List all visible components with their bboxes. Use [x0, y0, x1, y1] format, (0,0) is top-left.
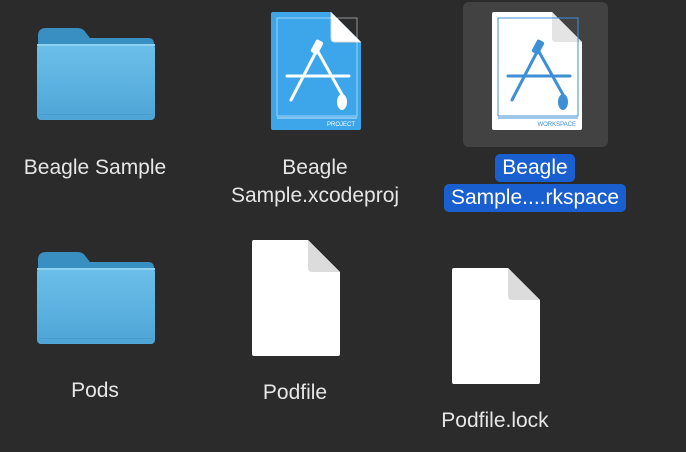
file-name: Podfile — [262, 381, 328, 404]
xcode-workspace-icon: WORKSPACE — [490, 10, 586, 137]
file-item-podfile[interactable]: Podfile — [200, 228, 390, 448]
xcode-project-icon: PROJECT — [269, 10, 365, 137]
file-name: Pods — [71, 379, 119, 402]
file-name: Podfile.lock — [441, 409, 549, 432]
document-icon — [250, 238, 342, 363]
workspace-badge: WORKSPACE — [537, 122, 576, 128]
folder-icon — [36, 250, 156, 351]
file-item-beagle-sample[interactable]: Beagle Sample — [0, 0, 200, 220]
file-browser-icon-grid: Beagle Sample PROJECT Beagle Sample.xcod… — [0, 0, 686, 452]
file-item-xcworkspace[interactable]: WORKSPACE Beagle Sample....rkspace — [420, 0, 660, 220]
file-name: Beagle Sample....rkspace — [420, 154, 650, 212]
folder-icon — [36, 26, 156, 127]
file-name: Beagle Sample.xcodeproj — [230, 156, 400, 207]
file-item-podfile-lock[interactable]: Podfile.lock — [400, 228, 590, 448]
file-item-pods[interactable]: Pods — [0, 228, 200, 448]
project-badge: PROJECT — [327, 122, 355, 128]
file-item-xcodeproj[interactable]: PROJECT Beagle Sample.xcodeproj — [205, 0, 425, 220]
document-icon — [450, 266, 542, 391]
file-name: Beagle Sample — [23, 156, 167, 179]
